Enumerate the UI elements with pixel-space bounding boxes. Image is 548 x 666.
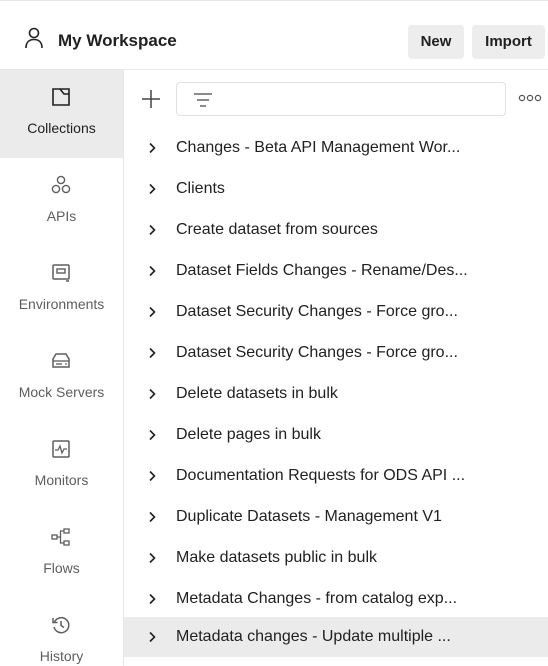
environments-icon <box>52 264 70 282</box>
collection-row[interactable]: Delete pages in bulk <box>124 415 548 455</box>
plus-icon[interactable] <box>140 88 162 110</box>
collection-name: Dataset Security Changes - Force gro... <box>176 344 458 361</box>
collection-row[interactable]: Delete datasets in bulk <box>124 374 548 414</box>
sidebar-item-label: APIs <box>46 208 77 224</box>
chevron-right-icon[interactable] <box>146 224 158 236</box>
collection-name: Delete datasets in bulk <box>176 385 338 402</box>
chevron-right-icon[interactable] <box>146 511 158 523</box>
chevron-right-icon[interactable] <box>146 429 158 441</box>
collection-row[interactable]: Documentation Requests for ODS API ... <box>124 456 548 496</box>
collection-name: Dataset Fields Changes - Rename/Des... <box>176 262 468 279</box>
apis-icon <box>51 175 71 194</box>
collection-row[interactable]: Dataset Security Changes - Force gro... <box>124 333 548 373</box>
collection-row[interactable]: Duplicate Datasets - Management V1 <box>124 497 548 537</box>
workspace-title[interactable]: My Workspace <box>58 31 177 51</box>
new-button[interactable]: New <box>408 25 464 59</box>
mock-servers-icon <box>52 353 70 368</box>
sidebar-item-label: Mock Servers <box>18 384 105 400</box>
collection-name: Clients <box>176 180 225 197</box>
chevron-right-icon[interactable] <box>146 183 158 195</box>
flows-icon <box>51 528 70 546</box>
collection-row[interactable]: Dataset Security Changes - Force gro... <box>124 292 548 332</box>
import-button[interactable]: Import <box>472 25 545 59</box>
sidebar-item-monitors[interactable]: Monitors <box>0 422 123 510</box>
sidebar-item-label: Flows <box>43 560 80 576</box>
user-icon <box>25 27 43 49</box>
collection-row[interactable]: Create dataset from sources <box>124 210 548 250</box>
sidebar-item-label: Environments <box>18 296 105 312</box>
collection-row[interactable]: Dataset Fields Changes - Rename/Des... <box>124 251 548 291</box>
sidebar-item-label: Monitors <box>34 472 89 488</box>
collection-row[interactable]: Metadata changes - Update multiple ... <box>124 617 548 657</box>
chevron-right-icon[interactable] <box>146 388 158 400</box>
chevron-right-icon[interactable] <box>146 306 158 318</box>
collection-name: Metadata Changes - from catalog exp... <box>176 590 458 607</box>
sidebar-item-label: History <box>39 648 84 664</box>
chevron-right-icon[interactable] <box>146 265 158 277</box>
collection-name: Changes - Beta API Management Wor... <box>176 139 461 156</box>
collection-name: Metadata changes - Update multiple ... <box>176 628 451 645</box>
sidebar-item-history[interactable]: History <box>0 598 123 666</box>
collection-row[interactable]: Make datasets public in bulk <box>124 538 548 578</box>
collection-name: Create dataset from sources <box>176 221 378 238</box>
collection-name: Duplicate Datasets - Management V1 <box>176 508 442 525</box>
monitors-icon <box>52 440 70 458</box>
history-icon <box>52 616 70 634</box>
collection-name: Documentation Requests for ODS API ... <box>176 467 466 484</box>
collection-name: Delete pages in bulk <box>176 426 321 443</box>
filter-icon <box>194 93 212 107</box>
chevron-right-icon[interactable] <box>146 347 158 359</box>
collection-row[interactable]: Clients <box>124 169 548 209</box>
chevron-right-icon[interactable] <box>146 552 158 564</box>
chevron-right-icon[interactable] <box>146 631 158 643</box>
collections-icon <box>52 88 70 106</box>
sidebar-item-flows[interactable]: Flows <box>0 510 123 598</box>
chevron-right-icon[interactable] <box>146 470 158 482</box>
sidebar-item-collections[interactable]: Collections <box>0 70 123 158</box>
search-input[interactable] <box>176 82 506 116</box>
sidebar-item-mock-servers[interactable]: Mock Servers <box>0 334 123 422</box>
collection-row[interactable]: Changes - Beta API Management Wor... <box>124 128 548 168</box>
more-options-icon[interactable] <box>518 94 542 102</box>
sidebar-item-label: Collections <box>27 120 96 136</box>
sidebar: Collections APIs Environments Mock Serve… <box>0 70 124 666</box>
collections-toolbar <box>124 70 548 124</box>
chevron-right-icon[interactable] <box>146 593 158 605</box>
collection-name: Dataset Security Changes - Force gro... <box>176 303 458 320</box>
workspace-header: My Workspace New Import <box>0 0 548 70</box>
chevron-right-icon[interactable] <box>146 142 158 154</box>
collection-name: Make datasets public in bulk <box>176 549 377 566</box>
sidebar-item-apis[interactable]: APIs <box>0 158 123 246</box>
collection-row[interactable]: Metadata Changes - from catalog exp... <box>124 579 548 619</box>
sidebar-item-environments[interactable]: Environments <box>0 246 123 334</box>
